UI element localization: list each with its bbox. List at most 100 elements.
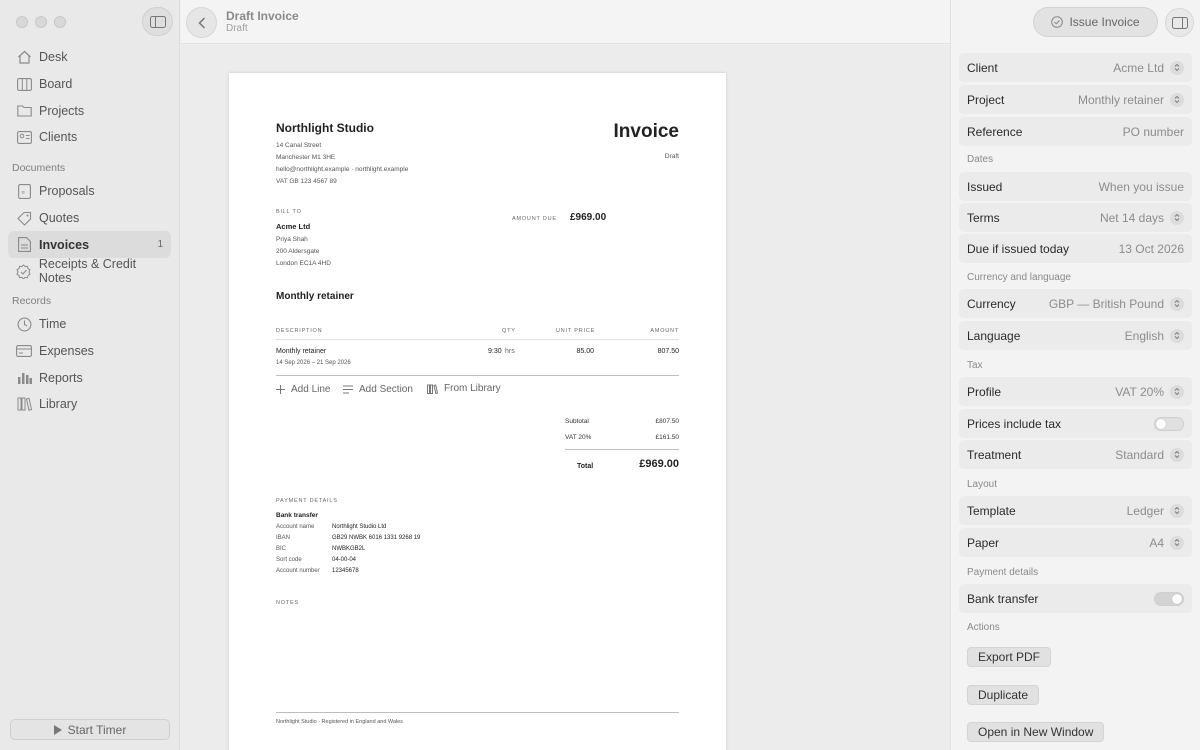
line-unit-price[interactable]: 85.00 [576,348,594,355]
field-label: Profile [967,384,1002,399]
clients-icon [16,129,32,145]
section-title-records: Records [12,295,52,307]
sidebar-icon [149,15,166,28]
currency-field[interactable]: Currency GBP — British Pound [959,289,1192,318]
duplicate-button[interactable]: Duplicate [967,685,1040,705]
studio-address-line2: Manchester M1 3HE [276,154,336,161]
toolbar: Draft Invoice Draft [181,0,950,44]
add-line-button[interactable]: Add Line [276,384,330,395]
language-field[interactable]: Language English [959,321,1192,350]
stepper-icon [1170,210,1184,225]
sidebar-item-projects[interactable]: Projects [8,97,171,124]
sidebar-item-reports[interactable]: Reports [8,364,171,391]
line-description[interactable]: Monthly retainer [276,348,326,355]
inspector-icon [1171,16,1188,29]
studio-name: Northlight Studio [276,121,374,135]
sidebar-item-time[interactable]: Time [8,311,171,338]
expenses-icon [16,343,32,359]
invoice-count-badge: 1 [157,239,163,251]
stepper-icon [1170,60,1184,75]
field-label: Terms [967,210,1000,225]
line-unit: hrs [505,348,515,355]
payment-value: NWBKGB2L [332,546,366,552]
line-period: 14 Sep 2026 – 21 Sep 2026 [276,360,351,366]
template-field[interactable]: Template Ledger [959,496,1192,525]
sidebar-item-desk[interactable]: Desk [8,44,171,71]
studio-address-line1: 14 Canal Street [276,142,322,149]
client-field[interactable]: Client Acme Ltd [959,53,1192,82]
nav-documents: Documents ≡ Proposals Quotes Invoices 1 … [8,158,171,285]
field-label: Currency [967,296,1016,311]
sidebar-toggle-button[interactable] [142,7,173,36]
sidebar-item-label: Invoices [39,237,90,252]
section-title-tax: Tax [967,360,983,371]
field-label: Prices include tax [967,416,1062,431]
sidebar-item-library[interactable]: Library [8,391,171,418]
stepper-icon [1170,296,1184,311]
open-in-new-window-button[interactable]: Open in New Window [967,722,1105,742]
paper-field[interactable]: Paper A4 [959,528,1192,557]
close-window-button[interactable] [16,16,28,28]
amount-due-label: AMOUNT DUE [512,216,557,222]
sidebar-item-clients[interactable]: Clients [8,124,171,151]
field-value: A4 [1149,535,1164,550]
library-icon [16,396,32,412]
minimize-window-button[interactable] [35,16,47,28]
payment-key: Sort code [276,557,302,563]
line-divider [276,375,679,376]
add-section-button[interactable]: Add Section [343,384,413,395]
tax-profile-field[interactable]: Profile VAT 20% [959,377,1192,406]
bill-to-address2: London EC1A 4HD [276,260,331,267]
footer-text: Northlight Studio · Registered in Englan… [276,719,403,725]
sidebar-item-label: Clients [39,130,78,145]
line-amount: 807.50 [657,348,679,355]
plus-icon [276,385,285,394]
project-title: Monthly retainer [276,291,354,302]
bank-transfer-toggle[interactable] [1154,591,1184,606]
field-value: Ledger [1126,503,1164,518]
nav-records: Records Time Expenses Reports Library [8,291,171,418]
add-section-label: Add Section [359,384,413,395]
total-value: £969.00 [639,458,679,470]
field-label: Bank transfer [967,591,1039,606]
project-field[interactable]: Project Monthly retainer [959,85,1192,114]
nav-main: Desk Board Projects Clients [8,44,171,151]
column-qty: QTY [502,328,516,334]
invoice-status: Draft [664,153,679,160]
prices-include-tax-toggle[interactable] [1154,416,1184,431]
from-library-label: From Library [444,383,501,394]
sidebar-item-receipts[interactable]: Receipts & Credit Notes [8,257,171,285]
sidebar-item-invoices[interactable]: Invoices 1 [8,231,171,259]
sidebar-item-quotes[interactable]: Quotes [8,205,171,232]
sidebar-item-label: Board [39,77,73,92]
start-timer-button[interactable]: Start Timer [10,719,170,740]
treatment-field[interactable]: Treatment Standard [959,440,1192,469]
sidebar-item-board[interactable]: Board [8,71,171,98]
inspector-toggle-button[interactable] [1165,8,1194,37]
start-timer-label: Start Timer [67,722,127,737]
field-value: GBP — British Pound [1048,296,1164,311]
notes-label: NOTES [276,600,299,606]
field-label: Treatment [967,447,1022,462]
payment-value: GB29 NWBK 6016 1331 9268 19 [332,535,421,541]
reference-field[interactable]: Reference PO number [959,117,1192,146]
sidebar-item-proposals[interactable]: ≡ Proposals [8,178,171,205]
zoom-window-button[interactable] [54,16,66,28]
terms-field[interactable]: Terms Net 14 days [959,203,1192,232]
sidebar-item-label: Expenses [39,344,94,359]
issue-invoice-button[interactable]: Issue Invoice [1033,7,1158,37]
issued-field[interactable]: Issued When you issue [959,172,1192,201]
sidebar-item-label: Time [39,317,67,332]
export-pdf-button[interactable]: Export PDF [967,647,1052,667]
back-button[interactable] [186,7,217,38]
issue-invoice-label: Issue Invoice [1069,15,1140,29]
line-qty[interactable]: 9:30 [488,348,502,355]
field-label: Due if issued today [967,241,1070,256]
from-library-button[interactable]: From Library [427,383,501,394]
sidebar: Desk Board Projects Clients Documents ≡ … [0,0,180,750]
reference-placeholder: PO number [1122,124,1184,139]
payment-key: BIC [276,546,287,552]
bill-to-client: Acme Ltd [276,222,311,231]
sidebar-item-expenses[interactable]: Expenses [8,338,171,365]
subtotal-value: £807.50 [655,418,680,425]
